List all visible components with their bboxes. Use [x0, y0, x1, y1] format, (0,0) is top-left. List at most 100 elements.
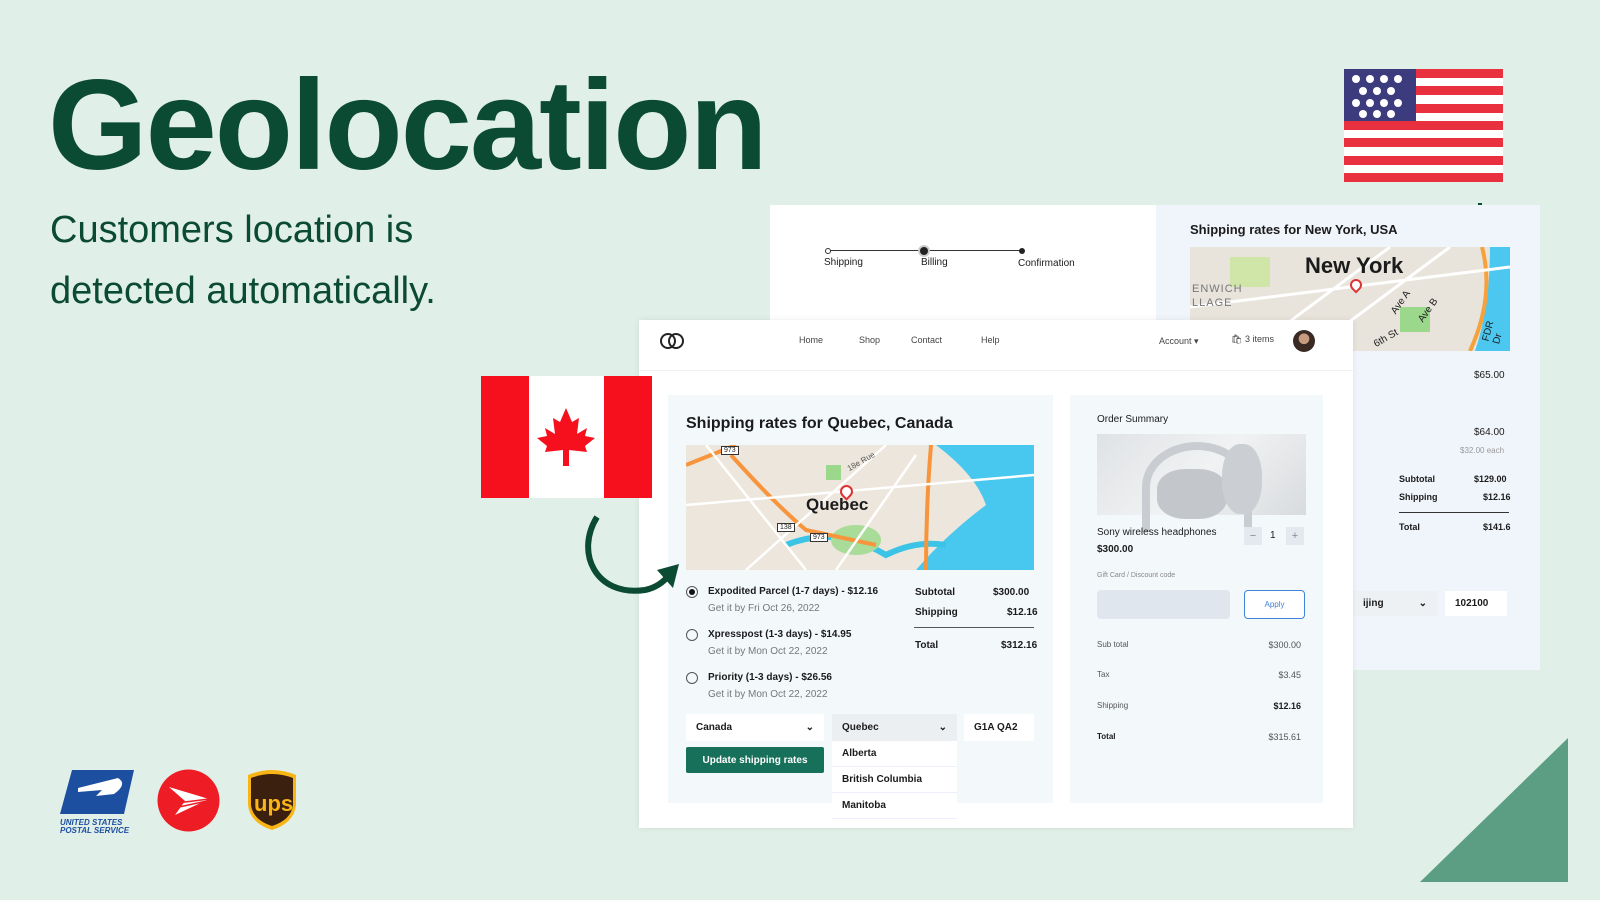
item-price: $64.00	[1474, 427, 1505, 438]
shipping-label: Shipping	[1399, 492, 1438, 502]
arrow-icon	[585, 515, 679, 594]
nav-contact[interactable]: Contact	[911, 335, 981, 345]
map-street-label: ENWICH	[1192, 283, 1243, 295]
us-flag-icon	[1344, 69, 1503, 182]
svg-text:POSTAL SERVICE: POSTAL SERVICE	[60, 826, 130, 834]
account-label: Account	[1159, 336, 1192, 346]
city-select-value: ijing	[1363, 598, 1384, 609]
hero-title: Geolocation	[48, 54, 768, 197]
subtitle-line: detected automatically.	[50, 270, 436, 312]
item-price: $65.00	[1474, 370, 1505, 381]
total-value: $141.6	[1483, 522, 1511, 532]
postal-input[interactable]: 102100	[1445, 591, 1507, 616]
shipping-title: Shipping rates for Quebec, Canada	[686, 415, 953, 432]
row-value: $12.16	[1273, 701, 1301, 711]
account-menu[interactable]: Account ▾	[1159, 336, 1199, 347]
chevron-down-icon: ⌄	[1418, 598, 1427, 609]
postal-value: 102100	[1455, 598, 1489, 609]
chevron-down-icon: ⌄	[938, 722, 947, 733]
total-value: $312.16	[1001, 640, 1038, 651]
map-city-label: New York	[1305, 253, 1404, 278]
province-option[interactable]: British Columbia	[832, 767, 957, 793]
map-city-label: Quebec	[806, 495, 869, 514]
brand-logo-icon[interactable]	[659, 332, 685, 350]
map-street-label: LLAGE	[1192, 297, 1233, 309]
subtotal-value: $129.00	[1474, 474, 1507, 484]
nav-help[interactable]: Help	[981, 335, 1000, 345]
shipping-option[interactable]: Priority (1-3 days) - $26.56 Get it by Mo…	[686, 672, 878, 700]
row-label: Shipping	[1097, 701, 1129, 710]
product-image	[1097, 434, 1306, 532]
discount-code-input[interactable]	[1097, 590, 1230, 619]
discount-label: Gift Card / Discount code	[1097, 572, 1176, 579]
chevron-down-icon: ⌄	[805, 722, 814, 733]
shipping-value: $12.16	[1483, 492, 1511, 502]
option-label: Expodited Parcel (1-7 days) - $12.16	[708, 586, 879, 597]
shipping-value: $12.16	[1007, 607, 1038, 618]
avatar[interactable]	[1293, 330, 1315, 352]
step-dot	[920, 247, 928, 255]
step-dot	[825, 248, 831, 254]
subtotal-value: $300.00	[993, 587, 1030, 598]
svg-text:ups: ups	[254, 791, 293, 816]
option-label: Xpresspost (1-3 days) - $14.95	[708, 629, 852, 640]
option-eta: Get it by Fri Oct 26, 2022	[708, 603, 820, 614]
row-value: $3.45	[1278, 670, 1301, 680]
subtitle-line: Customers location is	[50, 209, 414, 251]
cart-button[interactable]: 🛍 3 items	[1231, 334, 1274, 345]
cart-count: 3 items	[1244, 334, 1274, 344]
step-shipping[interactable]: Shipping	[824, 257, 863, 268]
step-confirmation[interactable]: Confirmation	[1018, 258, 1075, 269]
subtotal-label: Subtotal	[915, 587, 955, 598]
unit-price: $32.00 each	[1460, 446, 1505, 455]
province-select[interactable]: Quebec ⌄	[832, 714, 957, 741]
nav-shop[interactable]: Shop	[859, 335, 911, 345]
radio-selected-dot	[689, 589, 695, 595]
nav-home[interactable]: Home	[799, 335, 859, 345]
quantity-value: 1	[1270, 530, 1276, 541]
total-label: Total	[1399, 522, 1420, 532]
city-select[interactable]: ijing ⌄	[1353, 591, 1437, 616]
summary-row: Total $315.61	[1097, 732, 1301, 742]
shipping-option[interactable]: Xpresspost (1-3 days) - $14.95 Get it by …	[686, 629, 878, 672]
route-shield: 973	[721, 446, 739, 455]
summary-row: Tax $3.45	[1097, 670, 1301, 701]
province-option[interactable]: Alberta	[832, 741, 957, 767]
province-option[interactable]: Manitoba	[832, 793, 957, 819]
total-label: Total	[915, 640, 939, 651]
canada-post-logo	[157, 769, 220, 832]
canada-flag-icon	[481, 376, 652, 498]
quebec-map: Quebec 973 138 973 18e Rue	[686, 445, 1034, 570]
row-value: $300.00	[1268, 640, 1301, 650]
row-label: Tax	[1097, 670, 1110, 679]
route-shield: 973	[810, 533, 828, 542]
option-label: Priority (1-3 days) - $26.56	[708, 672, 832, 683]
option-eta: Get it by Mon Oct 22, 2022	[708, 689, 828, 700]
step-dot	[1019, 248, 1025, 254]
postal-code-input[interactable]: G1A QA2	[964, 714, 1034, 741]
country-value: Canada	[696, 722, 733, 733]
subtotal-label: Subtotal	[1399, 474, 1435, 484]
decrease-quantity-button[interactable]: −	[1244, 527, 1262, 545]
route-shield: 138	[777, 523, 795, 532]
shipping-options: Expodited Parcel (1-7 days) - $12.16 Get …	[686, 586, 878, 700]
corner-decoration	[1420, 738, 1568, 882]
rates-title: Shipping rates for New York, USA	[1190, 222, 1398, 237]
increase-quantity-button[interactable]: +	[1286, 527, 1304, 545]
hero-subtitle: Customers location is detected automatica…	[50, 200, 436, 322]
apply-button[interactable]: Apply	[1244, 590, 1305, 619]
row-value: $315.61	[1268, 732, 1301, 742]
option-eta: Get it by Mon Oct 22, 2022	[708, 646, 828, 657]
row-label: Sub total	[1097, 640, 1129, 649]
postal-value: G1A QA2	[974, 722, 1018, 733]
summary-row: Shipping $12.16	[1097, 701, 1301, 732]
ups-logo: ups	[248, 770, 296, 830]
product-name: Sony wireless headphones	[1097, 527, 1217, 538]
step-billing[interactable]: Billing	[921, 257, 948, 268]
shipping-option[interactable]: Expodited Parcel (1-7 days) - $12.16 Get …	[686, 586, 878, 629]
summary-row: Sub total $300.00	[1097, 640, 1301, 670]
update-shipping-rates-button[interactable]: Update shipping rates	[686, 747, 824, 773]
country-select[interactable]: Canada ⌄	[686, 714, 824, 741]
caret-down-icon: ▾	[1194, 336, 1199, 346]
row-label: Total	[1097, 732, 1116, 741]
